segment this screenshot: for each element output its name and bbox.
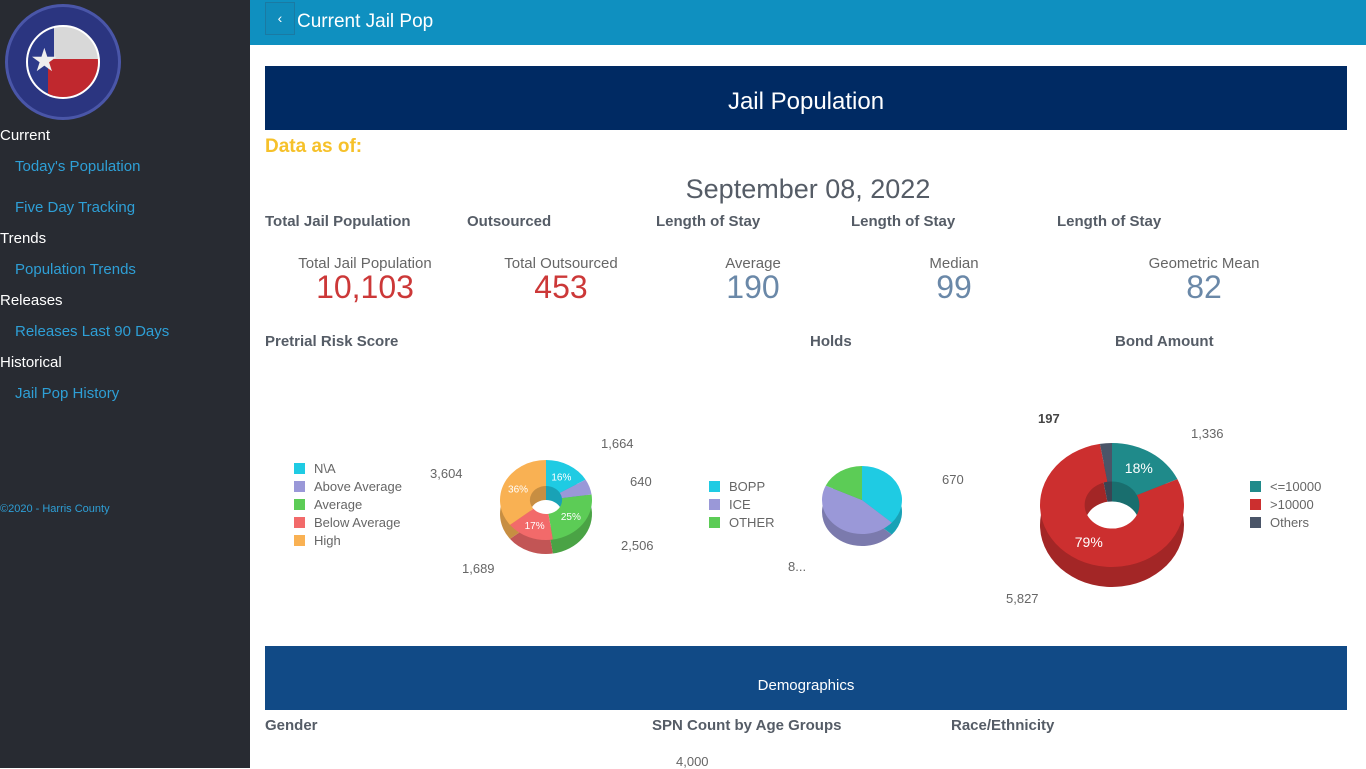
data-label: 3,604 [430, 466, 463, 481]
chart-title-race: Race/Ethnicity [951, 717, 1055, 734]
axis-tick: 4,000 [676, 754, 709, 769]
data-label: 8... [788, 559, 807, 574]
data-label: 640 [630, 474, 652, 489]
percent-label: 18% [1125, 460, 1153, 476]
data-label: 2,506 [621, 538, 654, 553]
data-label: 1,689 [462, 561, 495, 576]
chart-title-gender: Gender [265, 717, 318, 734]
data-label: 670 [942, 472, 964, 487]
percent-label: 36% [508, 484, 528, 495]
data-label: 197 [1038, 411, 1060, 426]
data-label: 1,336 [1191, 426, 1224, 441]
percent-label: 16% [551, 473, 571, 484]
percent-label: 17% [525, 521, 545, 532]
percent-label: 25% [561, 512, 581, 523]
percent-label: 79% [1075, 534, 1103, 550]
data-label: 5,827 [1006, 591, 1039, 606]
chart-title-age-groups: SPN Count by Age Groups [652, 717, 842, 734]
demographics-banner: Demographics [265, 646, 1347, 710]
data-label: 1,664 [601, 436, 634, 451]
